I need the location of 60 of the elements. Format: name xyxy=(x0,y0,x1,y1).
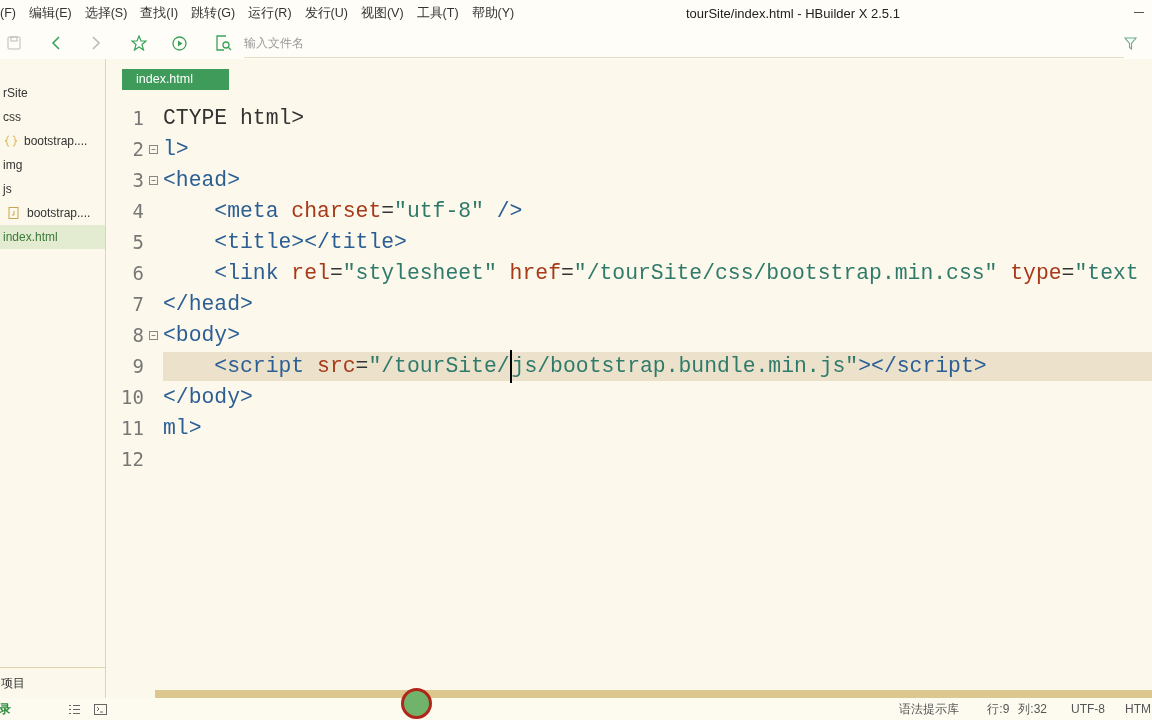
menu-item[interactable]: (F) xyxy=(0,4,16,23)
search-field[interactable]: 输入文件名 xyxy=(244,28,1124,58)
tree-item[interactable]: bootstrap.... xyxy=(0,129,105,153)
window-title: tourSite/index.html - HBuilder X 2.5.1 xyxy=(686,4,900,23)
code-line: l> xyxy=(163,136,190,164)
filter-icon[interactable] xyxy=(1124,36,1137,50)
status-item[interactable]: HTM xyxy=(1125,700,1151,718)
status-item[interactable]: 语法提示库 xyxy=(899,700,960,718)
code-line: <body> xyxy=(163,322,242,350)
code-line: <title></title> xyxy=(213,229,408,257)
menu-item[interactable]: 查找(I) xyxy=(140,4,179,23)
panel-title[interactable]: 项目 xyxy=(1,674,25,692)
fold-icon[interactable] xyxy=(149,145,158,154)
line-number: 9 xyxy=(131,354,144,380)
tree-item[interactable]: css xyxy=(0,105,105,129)
braces-icon[interactable] xyxy=(4,135,18,147)
line-number: 4 xyxy=(131,199,144,225)
line-number: 8 xyxy=(131,323,144,349)
menu-item[interactable]: 视图(V) xyxy=(360,4,404,23)
code-line: </body> xyxy=(163,384,254,412)
status-item[interactable]: UTF-8 xyxy=(1071,700,1105,718)
line-number: 12 xyxy=(120,447,144,473)
status-item[interactable]: 列:32 xyxy=(1018,700,1047,718)
file-search-icon[interactable] xyxy=(215,35,232,51)
line-number: 1 xyxy=(131,106,144,132)
tree-item[interactable]: index.html xyxy=(0,225,105,249)
status-item[interactable]: 行:9 xyxy=(987,700,1010,718)
fold-icon[interactable] xyxy=(149,331,158,340)
menu-item[interactable]: 跳转(G) xyxy=(191,4,236,23)
file-icon[interactable] xyxy=(8,207,19,219)
terminal-icon[interactable] xyxy=(94,703,107,715)
line-number: 7 xyxy=(131,292,144,318)
code-line: <link rel="stylesheet" href="/tourSite/css/bootstrap.min.css" type="text xyxy=(213,260,1140,288)
code-line: CTYPE html> xyxy=(163,105,306,133)
menu-item[interactable]: 发行(U) xyxy=(304,4,348,23)
line-number: 3 xyxy=(131,168,144,194)
menu-item[interactable]: 运行(R) xyxy=(248,4,292,23)
back-icon[interactable] xyxy=(51,35,61,51)
code-line: <head> xyxy=(163,167,242,195)
tree-item[interactable]: bootstrap.... xyxy=(0,201,105,225)
tree-item[interactable]: rSite xyxy=(0,81,105,105)
star-icon[interactable] xyxy=(131,35,147,51)
line-number: 5 xyxy=(131,230,144,256)
menu-item[interactable]: 帮助(Y) xyxy=(471,4,515,23)
menu-item[interactable]: 工具(T) xyxy=(416,4,459,23)
line-number: 2 xyxy=(131,137,144,163)
play-icon[interactable] xyxy=(172,35,187,51)
code-line: </head> xyxy=(163,291,254,319)
code-line: <meta charset="utf-8" /> xyxy=(213,198,524,226)
menu-item[interactable]: 选择(S) xyxy=(84,4,128,23)
list-icon[interactable] xyxy=(68,703,81,715)
line-number: 11 xyxy=(120,416,144,442)
line-number: 6 xyxy=(131,261,144,287)
code-line: ml> xyxy=(163,415,203,443)
tree-item[interactable]: img xyxy=(0,153,105,177)
menu-item[interactable]: 编辑(E) xyxy=(28,4,72,23)
tree-item[interactable]: js xyxy=(0,177,105,201)
line-number: 10 xyxy=(120,385,144,411)
horizontal-scrollbar[interactable] xyxy=(155,690,1152,698)
fold-icon[interactable] xyxy=(149,176,158,185)
